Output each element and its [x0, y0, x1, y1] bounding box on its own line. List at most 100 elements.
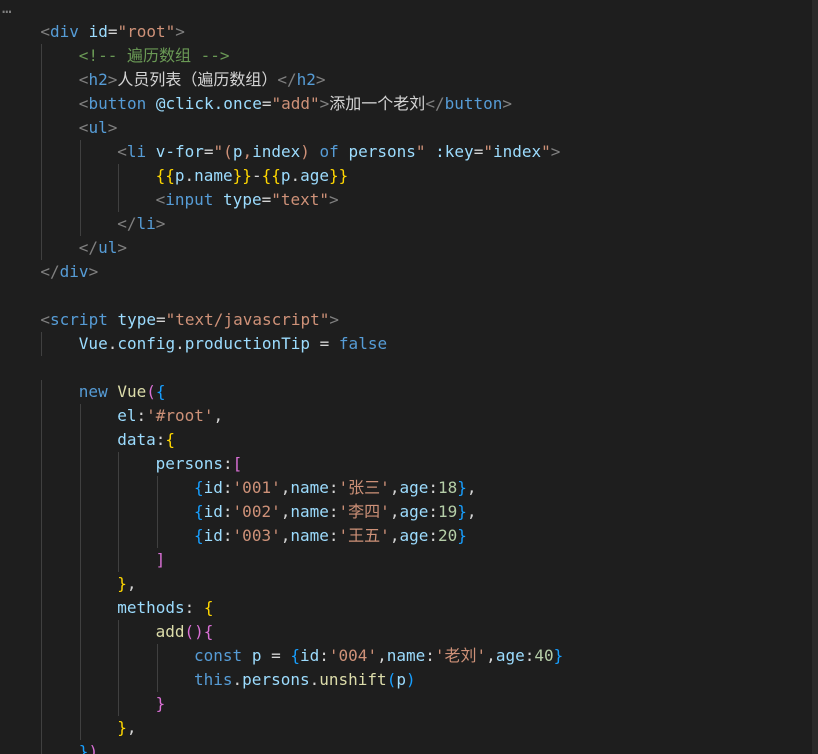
- code-line[interactable]: <li v-for="(p,index) of persons" :key="i…: [117, 140, 560, 164]
- code-line[interactable]: {id:'001',name:'张三',age:18},: [194, 476, 477, 500]
- code-token: >: [315, 70, 326, 89]
- vertical-scrollbar[interactable]: [812, 0, 818, 754]
- indent-guide: [41, 692, 43, 716]
- code-token: p: [232, 142, 243, 161]
- code-line[interactable]: </li>: [117, 212, 165, 236]
- code-line[interactable]: const p = {id:'004',name:'老刘',age:40}: [194, 644, 563, 668]
- code-token: '王五': [338, 526, 390, 545]
- code-token: =: [310, 334, 339, 353]
- indent-guide: [41, 668, 43, 692]
- indent-guide: [118, 548, 120, 572]
- indent-guide: [41, 404, 43, 428]
- indent-guide: [156, 500, 158, 524]
- code-line[interactable]: {id:'002',name:'李四',age:19},: [194, 500, 477, 524]
- code-token: script: [50, 310, 108, 329]
- code-token: '李四': [338, 502, 390, 521]
- code-token: name: [194, 166, 233, 185]
- indent-guide: [118, 164, 120, 188]
- code-token: persons: [242, 670, 310, 689]
- code-token: <: [40, 310, 51, 329]
- code-token: =: [261, 646, 291, 665]
- code-token: >: [155, 214, 166, 233]
- code-line[interactable]: <input type="text">: [156, 188, 339, 212]
- code-token: add: [155, 622, 185, 641]
- code-token: <: [78, 94, 89, 113]
- code-line[interactable]: <ul>: [79, 116, 118, 140]
- code-line[interactable]: add(){: [156, 620, 214, 644]
- code-token: =: [261, 190, 272, 209]
- code-token: id: [203, 478, 223, 497]
- code-line[interactable]: methods: {: [117, 596, 213, 620]
- code-line[interactable]: persons:[: [156, 452, 243, 476]
- code-token: p: [251, 646, 262, 665]
- code-token: ): [88, 742, 99, 754]
- indent-guide: [79, 404, 81, 428]
- code-token: =: [156, 310, 166, 329]
- code-token: ,: [466, 502, 477, 521]
- code-line[interactable]: {{p.name}}-{{p.age}}: [156, 164, 349, 188]
- code-token: button: [88, 94, 147, 113]
- code-token: ,: [126, 718, 137, 737]
- indent-guide: [41, 68, 43, 92]
- code-token: .: [290, 166, 301, 185]
- code-token: <: [78, 118, 89, 137]
- code-line[interactable]: …: [2, 0, 31, 20]
- code-line[interactable]: },: [117, 716, 136, 740]
- indent-guide: [79, 668, 81, 692]
- code-line[interactable]: ]: [156, 548, 166, 572]
- code-token: :: [524, 646, 535, 665]
- code-line[interactable]: <script type="text/javascript">: [40, 308, 339, 332]
- code-token: =: [473, 142, 484, 161]
- code-token: }: [78, 742, 89, 754]
- code-token: 添加一个老刘: [329, 94, 426, 113]
- code-token: >: [175, 22, 185, 41]
- code-token: ,: [280, 478, 291, 497]
- code-line[interactable]: <div id="root">: [40, 20, 185, 44]
- code-line[interactable]: },: [117, 572, 136, 596]
- code-line[interactable]: </div>: [40, 260, 98, 284]
- code-token: name: [386, 646, 426, 665]
- code-line[interactable]: </ul>: [79, 236, 127, 260]
- code-token: .: [175, 334, 185, 353]
- code-token: id: [203, 526, 223, 545]
- code-token: ": [483, 142, 493, 161]
- indent-guide: [41, 644, 43, 668]
- code-token: </: [40, 262, 60, 281]
- code-line[interactable]: }: [156, 692, 166, 716]
- code-token: persons: [348, 142, 416, 161]
- code-line[interactable]: <!-- 遍历数组 -->: [79, 44, 230, 68]
- indent-guide: [41, 476, 43, 500]
- code-token: age: [399, 478, 429, 497]
- code-token: div: [59, 262, 89, 281]
- code-editor[interactable]: … <div id="root"> <!-- 遍历数组 --> <h2>人员列表（遍…: [0, 0, 818, 754]
- code-token: '张三': [338, 478, 390, 497]
- code-line[interactable]: el:'#root',: [117, 404, 223, 428]
- code-token: li: [126, 142, 147, 161]
- code-line[interactable]: }): [79, 740, 98, 754]
- code-line[interactable]: new Vue({: [79, 380, 166, 404]
- code-token: :: [222, 526, 233, 545]
- code-token: }}: [329, 166, 349, 185]
- code-line[interactable]: Vue.config.productionTip = false: [79, 332, 387, 356]
- indent-guide: [41, 188, 43, 212]
- code-line[interactable]: <h2>人员列表（遍历数组）</h2>: [79, 68, 326, 92]
- code-line[interactable]: data:{: [117, 428, 175, 452]
- code-line[interactable]: <button @click.once="add">添加一个老刘</button…: [79, 92, 512, 116]
- code-token: <: [117, 142, 127, 161]
- code-token: productionTip: [184, 334, 311, 353]
- code-token: ,: [389, 478, 400, 497]
- indent-guide: [79, 188, 81, 212]
- code-token: '001': [232, 478, 281, 497]
- code-line[interactable]: this.persons.unshift(p): [194, 668, 416, 692]
- code-token: :: [155, 430, 166, 449]
- indent-guide: [79, 692, 81, 716]
- indent-guide: [41, 620, 43, 644]
- indent-guide: [41, 548, 43, 572]
- code-token: >: [107, 70, 118, 89]
- indent-guide: [79, 596, 81, 620]
- code-line[interactable]: {id:'003',name:'王五',age:20}: [194, 524, 467, 548]
- code-token: <: [78, 70, 89, 89]
